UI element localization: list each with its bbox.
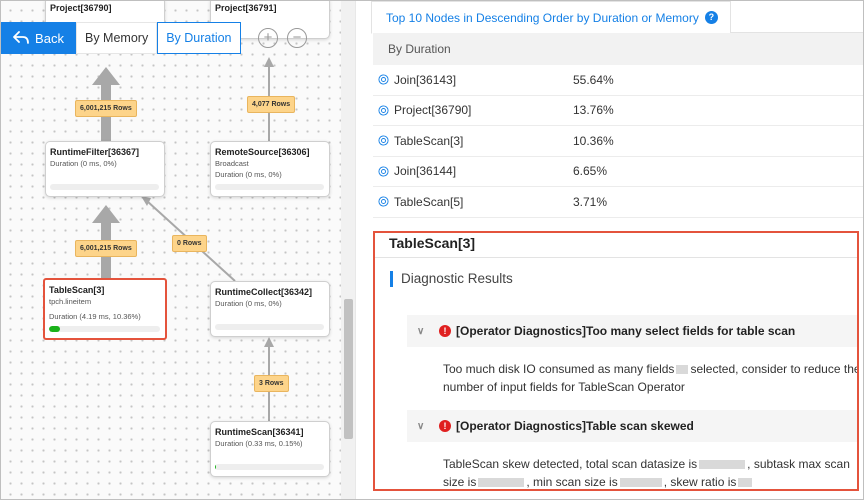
issue-text: , skew ratio is [663,475,737,489]
back-arrow-icon [13,31,29,44]
node-duration: Duration (4.19 ms, 10.36%) [49,312,141,321]
tab-top-10-nodes[interactable]: Top 10 Nodes in Descending Order by Dura… [371,1,731,34]
issue-title: [Operator Diagnostics]Table scan skewed [456,419,694,433]
duration-bar [50,184,159,190]
panel-divider [355,1,371,499]
issue-header-table-scan-skewed[interactable]: ∨ ! [Operator Diagnostics]Table scan ske… [407,410,857,442]
error-icon: ! [439,420,451,432]
node-target-icon [378,135,389,146]
node-name-cell: TableScan[5] [373,195,573,209]
redacted-value [619,478,662,488]
node-detail-section: TableScan[3] Diagnostic Results ∨ ! [Ope… [373,231,859,491]
zoom-in-icon[interactable]: + [258,28,278,48]
by-duration-button[interactable]: By Duration [157,22,241,54]
help-icon[interactable]: ? [704,11,718,24]
arrowhead-icon [264,57,274,67]
node-name-cell: Join[36144] [373,164,573,178]
redacted-value [699,460,746,470]
duration-percent: 55.64% [573,72,614,87]
table-row[interactable]: TableScan[5] 3.71% [373,187,863,218]
redacted-value [738,478,753,488]
node-runtimecollect-36342[interactable]: RuntimeCollect[36342] Duration (0 ms, 0%… [210,281,330,337]
duration-bar [49,326,160,332]
top-nodes-table: By Duration Join[36143] 55.64% Project[367… [373,33,863,218]
execution-graph-canvas[interactable]: Project[36790] Project[36791] RuntimeFil… [1,1,355,499]
chevron-down-icon[interactable]: ∨ [407,421,429,432]
node-title: RuntimeCollect[36342] [215,287,313,297]
node-title: RemoteSource[36306] [215,147,310,157]
by-memory-button[interactable]: By Memory [76,22,158,54]
node-name[interactable]: Join[36144] [394,164,456,178]
issue-title: [Operator Diagnostics]Too many select fi… [456,324,796,338]
edge-row-count-label: 3 Rows [254,375,289,392]
table-row[interactable]: Project[36790] 13.76% [373,96,863,126]
redacted-value [676,365,689,375]
node-tablescan-3[interactable]: TableScan[3] tpch.lineitem Duration (4.1… [43,278,167,340]
node-duration: Duration (0 ms, 0%) [50,159,117,168]
duration-bar [215,464,324,470]
node-runtimefilter-36367[interactable]: RuntimeFilter[36367] Duration (0 ms, 0%) [45,141,165,197]
duration-percent: 6.65% [573,164,608,179]
edge-row-count-label: 6,001,215 Rows [75,100,137,117]
node-title: RuntimeFilter[36367] [50,147,140,157]
duration-bar [215,184,324,190]
node-title: RuntimeScan[36341] [215,427,304,437]
query-profile-window: Project[36790] Project[36791] RuntimeFil… [0,0,864,500]
duration-percent: 13.76% [573,103,614,118]
issue-description: TableScan skew detected, total scan data… [443,455,857,489]
node-target-icon [378,74,389,85]
diagnostic-results-heading: Diagnostic Results [390,271,513,287]
graph-toolbar: Back By Memory By Duration [1,22,241,54]
table-row[interactable]: TableScan[3] 10.36% [373,126,863,157]
table-row[interactable]: Join[36143] 55.64% [373,65,863,96]
back-button-label: Back [35,30,64,46]
issue-text: TableScan skew detected, total scan data… [443,457,698,471]
tab-label: Top 10 Nodes in Descending Order by Dura… [386,10,699,25]
edge-row-count-label: 4,077 Rows [247,96,296,113]
node-title: Project[36791] [215,3,277,13]
node-title: TableScan[3] [49,285,105,295]
node-runtimescan-36341[interactable]: RuntimeScan[36341] Duration (0.33 ms, 0.… [210,421,330,477]
node-name-cell: Join[36143] [373,73,573,87]
node-target-icon [378,196,389,207]
node-duration: Duration (0 ms, 0%) [215,170,282,179]
table-row[interactable]: Join[36144] 6.65% [373,157,863,187]
issue-description: Too much disk IO consumed as many fields… [443,360,857,396]
duration-percent: 10.36% [573,133,614,148]
node-name[interactable]: TableScan[3] [394,134,463,148]
node-remotesource-36306[interactable]: RemoteSource[36306] Broadcast Duration (… [210,141,330,197]
zoom-out-icon[interactable]: − [287,28,307,48]
node-target-icon [378,166,389,177]
divider [375,257,857,258]
node-name[interactable]: Join[36143] [394,73,456,87]
details-panel: Top 10 Nodes in Descending Order by Dura… [371,1,863,499]
table-header-by-duration: By Duration [373,33,863,65]
back-button[interactable]: Back [1,22,76,54]
node-name[interactable]: Project[36790] [394,103,471,117]
node-title: Project[36790] [50,3,112,13]
graph-vertical-scrollbar[interactable] [341,1,355,499]
node-subtitle: tpch.lineitem [49,297,92,306]
error-icon: ! [439,325,451,337]
node-name[interactable]: TableScan[5] [394,195,463,209]
tab-bar: Top 10 Nodes in Descending Order by Dura… [371,1,863,34]
arrowhead-icon [264,337,274,347]
issue-text: , min scan size is [526,475,618,489]
node-subtitle: Broadcast [215,159,249,168]
node-duration: Duration (0 ms, 0%) [215,299,282,308]
node-duration: Duration (0.33 ms, 0.15%) [215,439,303,448]
duration-bar [215,324,324,330]
redacted-value [478,478,525,488]
edge-row-count-label: 6,001,215 Rows [75,240,137,257]
detail-title: TableScan[3] [389,235,476,251]
chevron-down-icon[interactable]: ∨ [407,326,429,337]
issue-text: Too much disk IO consumed as many fields [443,362,675,376]
scrollbar-thumb[interactable] [344,299,353,439]
edge-row-count-label: 0 Rows [172,235,207,252]
node-name-cell: Project[36790] [373,103,573,117]
node-target-icon [378,105,389,116]
node-name-cell: TableScan[3] [373,134,573,148]
issue-header-too-many-fields[interactable]: ∨ ! [Operator Diagnostics]Too many selec… [407,315,857,347]
duration-percent: 3.71% [573,194,608,209]
